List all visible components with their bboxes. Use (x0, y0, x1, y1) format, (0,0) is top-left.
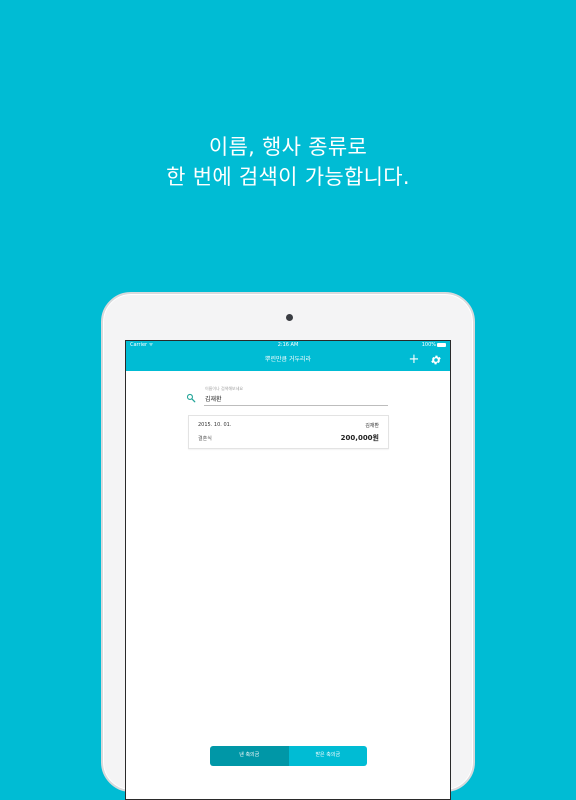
promo-line-1: 이름, 행사 종류로 (208, 135, 368, 159)
search-underline (204, 405, 388, 406)
card-amount: 200,000원 (340, 434, 379, 442)
result-card[interactable]: 2015. 10. 01. 김재환 결혼식 200,000원 (188, 415, 389, 449)
tab-received[interactable]: 받은 축의금 (288, 746, 367, 766)
battery-icon (437, 342, 446, 347)
app-title: 뿌린만큼 거두리라 (264, 356, 312, 363)
card-date: 2015. 10. 01. (198, 422, 232, 428)
plus-icon[interactable]: + (408, 353, 420, 367)
bottom-tabs: 낸 축의금 받은 축의금 (210, 746, 367, 766)
status-bar: Carrier ᯤ 2:16 AM 100% (126, 341, 450, 349)
battery-status: 100% (422, 341, 446, 349)
promo-line-2: 한 번에 검색이 가능합니다. (166, 165, 410, 189)
app-screen: Carrier ᯤ 2:16 AM 100% 뿌린만큼 거두리라 + 이름이나 … (125, 340, 451, 800)
tablet-frame: Carrier ᯤ 2:16 AM 100% 뿌린만큼 거두리라 + 이름이나 … (101, 292, 475, 800)
tab-given[interactable]: 낸 축의금 (210, 746, 289, 766)
app-bar: 뿌린만큼 거두리라 + (126, 349, 450, 371)
search-field: 이름이나 검색해보세요 (186, 385, 392, 409)
search-input[interactable] (204, 393, 390, 403)
gear-icon[interactable] (430, 354, 442, 366)
card-name: 김재환 (365, 423, 379, 429)
card-event-type: 결혼식 (198, 436, 212, 442)
search-icon (186, 393, 196, 403)
search-hint: 이름이나 검색해보세요 (205, 386, 244, 391)
camera-icon (286, 314, 293, 321)
battery-percent: 100% (421, 342, 436, 348)
status-time: 2:16 AM (277, 342, 299, 348)
promo-headline: 이름, 행사 종류로 한 번에 검색이 가능합니다. (0, 132, 576, 192)
